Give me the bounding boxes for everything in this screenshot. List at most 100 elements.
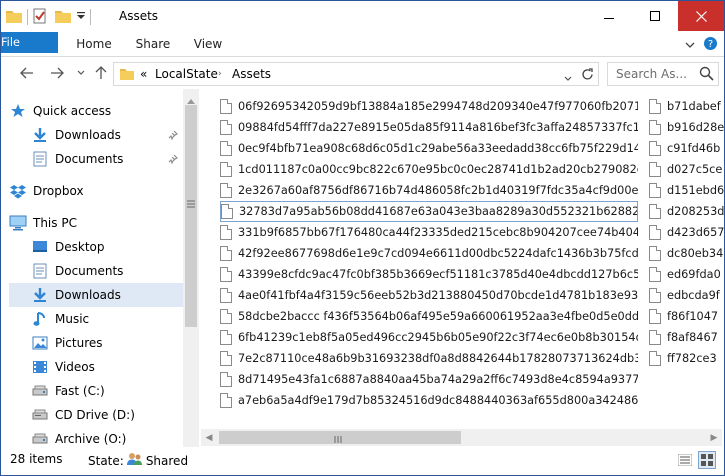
file-item[interactable]: 331b9f6857bb67f176480ca44f23335ded215ceb… bbox=[220, 222, 638, 243]
pin-icon[interactable] bbox=[168, 129, 178, 143]
file-item[interactable]: 7e2c87110ce48a6b9b31693238df0a8d8842644b… bbox=[220, 348, 638, 369]
file-name: 58dcbe2baccc f436f53564b06af495e59a66006… bbox=[238, 310, 638, 323]
file-name: b71dabef bbox=[667, 100, 721, 113]
new-folder-icon[interactable] bbox=[54, 8, 72, 27]
file-item[interactable]: 32783d7a95ab56b08dd41687e63a043e3baa8289… bbox=[220, 201, 638, 222]
nav-scrollbar-thumb[interactable] bbox=[185, 105, 197, 327]
file-item[interactable]: 09884fd54fff7da227e8915e05da85f9114a816b… bbox=[220, 117, 638, 138]
file-icon bbox=[220, 141, 232, 156]
file-item[interactable]: 4ae0f41fbf4a4f3159c56eeb52b3d213880450d7… bbox=[220, 285, 638, 306]
address-bar[interactable]: « LocalState › Assets bbox=[113, 62, 599, 86]
file-item[interactable]: 06f92695342059d9bf13884a185e2994748d2093… bbox=[220, 96, 638, 117]
file-item[interactable]: ed69fda0 bbox=[649, 264, 724, 285]
breadcrumb-localstate[interactable]: LocalState bbox=[155, 67, 218, 81]
minimize-button[interactable] bbox=[586, 1, 632, 31]
file-item[interactable]: d151ebd6 bbox=[649, 180, 724, 201]
file-item[interactable]: 6fb41239c1eb8f5a05ed496cc2945b6b05e90f22… bbox=[220, 327, 638, 348]
file-item[interactable]: c91fd46b bbox=[649, 138, 724, 159]
file-item[interactable]: 58dcbe2baccc f436f53564b06af495e59a66006… bbox=[220, 306, 638, 327]
file-item[interactable]: 1cd011187c0a00cc9bc822c670e95bc0c0ec2874… bbox=[220, 159, 638, 180]
recent-locations-button[interactable] bbox=[71, 63, 91, 83]
file-item[interactable]: a7eb6a5a4df9e179d7b85324516d9dc848844036… bbox=[220, 390, 638, 411]
file-icon bbox=[220, 183, 232, 198]
nav-drive-c[interactable]: Fast (C:) bbox=[31, 379, 182, 403]
file-item[interactable]: b71dabef bbox=[649, 96, 724, 117]
explorer-window: Assets File Home Share View ? « LocalSta… bbox=[0, 0, 725, 476]
close-button[interactable] bbox=[678, 1, 724, 31]
customize-toolbar-icon[interactable] bbox=[76, 10, 86, 24]
file-name: 0ec9f4bfb71ea908c68d6c05d1c29abe56a33eed… bbox=[238, 142, 638, 155]
file-item[interactable]: dc80eb34 bbox=[649, 243, 724, 264]
nav-quick-documents[interactable]: Documents bbox=[31, 147, 182, 171]
file-icon bbox=[220, 267, 232, 282]
nav-desktop[interactable]: Desktop bbox=[31, 235, 182, 259]
shared-users-icon bbox=[126, 452, 144, 469]
horizontal-scrollbar[interactable]: ◀ ▶ bbox=[201, 429, 722, 446]
nav-quick-access[interactable]: Quick access bbox=[9, 99, 182, 123]
nav-scrollbar[interactable] bbox=[183, 89, 199, 447]
up-button[interactable] bbox=[91, 63, 111, 83]
nav-documents[interactable]: Documents bbox=[31, 259, 182, 283]
folder-icon[interactable] bbox=[5, 8, 23, 27]
file-item[interactable]: 2e3267a60af8756df86716b74d486058fc2b1d40… bbox=[220, 180, 638, 201]
nav-music[interactable]: Music bbox=[31, 307, 182, 331]
music-icon bbox=[31, 310, 49, 328]
ribbon-controls: ? bbox=[685, 36, 718, 54]
file-item[interactable]: 8d71495e43fa1c6887a8840aa45ba74a29a2ff6c… bbox=[220, 369, 638, 390]
file-item[interactable]: d027c5ce bbox=[649, 159, 724, 180]
search-icon[interactable] bbox=[699, 66, 714, 84]
refresh-icon bbox=[581, 67, 593, 79]
file-item[interactable]: b916d28e bbox=[649, 117, 724, 138]
nav-this-pc[interactable]: This PC bbox=[9, 211, 182, 235]
nav-quick-downloads[interactable]: Downloads bbox=[31, 123, 182, 147]
nav-cd-drive[interactable]: CD Drive (D:) bbox=[31, 403, 182, 427]
file-item[interactable]: f8af8467 bbox=[649, 327, 724, 348]
file-item[interactable]: 0ec9f4bfb71ea908c68d6c05d1c29abe56a33eed… bbox=[220, 138, 638, 159]
svg-text:?: ? bbox=[708, 39, 713, 50]
nav-label: CD Drive (D:) bbox=[55, 408, 135, 422]
scroll-left-icon[interactable]: ◀ bbox=[201, 429, 217, 446]
scroll-right-icon[interactable]: ▶ bbox=[706, 429, 722, 446]
nav-videos[interactable]: Videos bbox=[31, 355, 182, 379]
nav-dropbox[interactable]: Dropbox bbox=[9, 179, 182, 203]
file-item[interactable]: d208253d bbox=[649, 201, 724, 222]
large-icons-view-button[interactable] bbox=[698, 451, 716, 469]
file-item[interactable]: edbcda9f bbox=[649, 285, 724, 306]
tab-share[interactable]: Share bbox=[126, 32, 180, 57]
state-label: State: bbox=[88, 453, 124, 468]
details-view-button[interactable] bbox=[676, 451, 694, 469]
breadcrumb-overflow[interactable]: « bbox=[140, 67, 147, 81]
nav-label: Music bbox=[55, 312, 90, 326]
nav-downloads[interactable]: Downloads bbox=[9, 283, 183, 307]
expand-ribbon-icon[interactable] bbox=[685, 38, 695, 52]
tab-home[interactable]: Home bbox=[67, 32, 121, 57]
tab-view[interactable]: View bbox=[181, 32, 235, 57]
file-item[interactable]: f86f1047 bbox=[649, 306, 724, 327]
download-icon bbox=[31, 286, 49, 304]
nav-drive-o[interactable]: Archive (O:) bbox=[31, 427, 182, 447]
file-item[interactable]: 42f92ee8677698d6e1e9c7cd094e6611d00dbc52… bbox=[220, 243, 638, 264]
back-button[interactable] bbox=[17, 63, 37, 83]
address-dropdown-icon[interactable] bbox=[564, 71, 572, 85]
item-count: 28 items bbox=[10, 452, 63, 466]
file-item[interactable]: 43399e8cfdc9ac47fc0bf385b3669ecf51181c37… bbox=[220, 264, 638, 285]
help-icon[interactable]: ? bbox=[703, 36, 718, 54]
properties-icon[interactable] bbox=[32, 8, 48, 27]
file-name: b916d28e bbox=[667, 121, 724, 134]
file-name: 32783d7a95ab56b08dd41687e63a043e3baa8289… bbox=[239, 205, 638, 218]
file-name: dc80eb34 bbox=[667, 247, 724, 260]
pin-icon[interactable] bbox=[168, 153, 178, 167]
maximize-button[interactable] bbox=[632, 1, 678, 31]
nav-pictures[interactable]: Pictures bbox=[31, 331, 182, 355]
search-box[interactable] bbox=[607, 62, 719, 86]
file-icon bbox=[220, 162, 232, 177]
refresh-button[interactable] bbox=[576, 63, 598, 85]
horizontal-scrollbar-thumb[interactable] bbox=[219, 431, 461, 444]
breadcrumb-assets[interactable]: Assets bbox=[232, 67, 271, 81]
file-icon bbox=[220, 99, 232, 114]
file-item[interactable]: d423d657 bbox=[649, 222, 724, 243]
file-item[interactable]: ff782ce3 bbox=[649, 348, 724, 369]
search-input[interactable] bbox=[608, 63, 694, 85]
tab-file[interactable]: File bbox=[1, 32, 58, 53]
forward-button[interactable] bbox=[47, 63, 67, 83]
